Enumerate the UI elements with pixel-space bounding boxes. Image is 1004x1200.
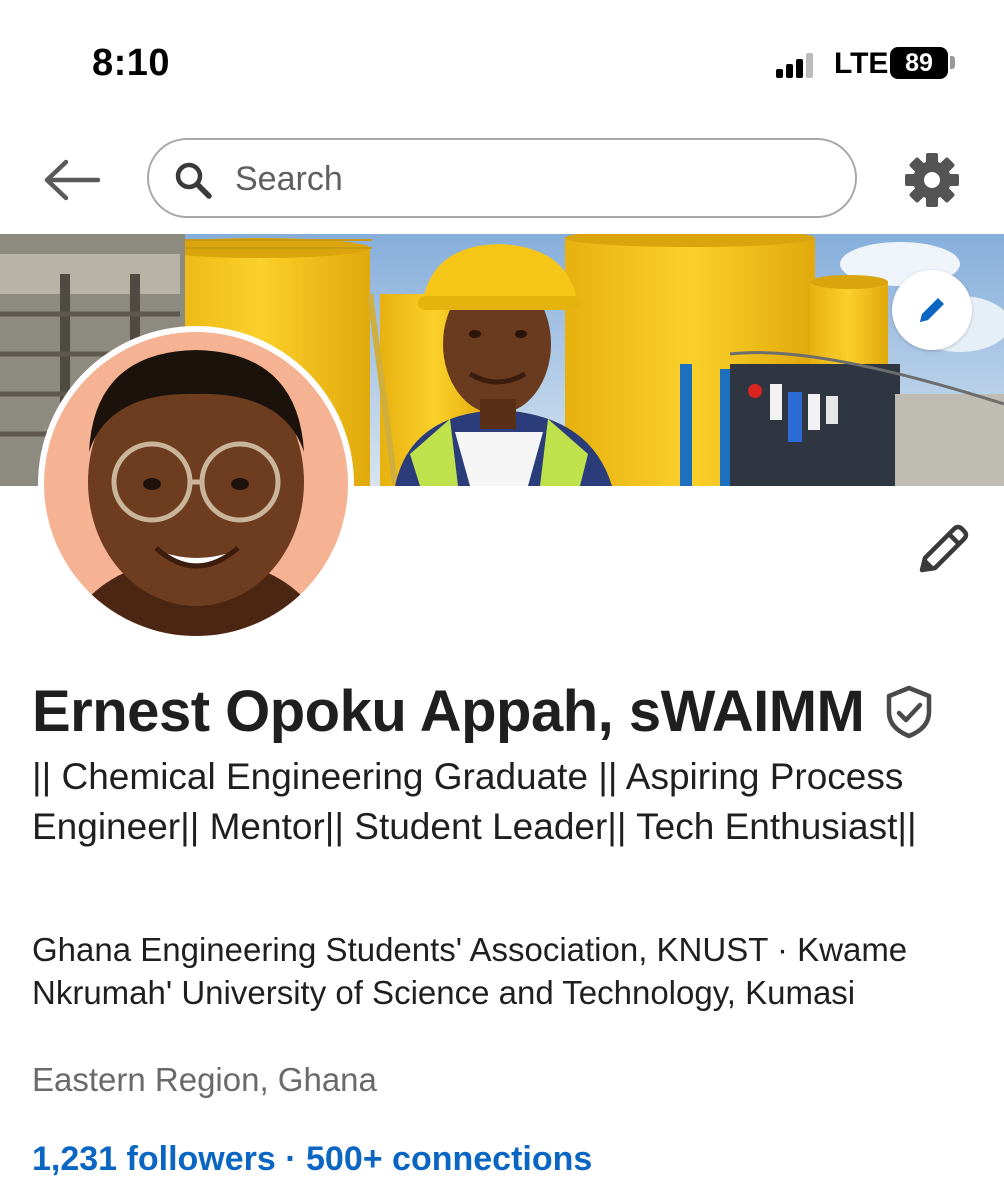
profile-name-row: Ernest Opoku Appah, sWAIMM (32, 678, 935, 748)
gear-icon (905, 153, 959, 207)
followers-link[interactable]: 1,231 followers (32, 1140, 276, 1178)
search-input[interactable] (235, 154, 835, 204)
cellular-signal-icon (776, 52, 824, 78)
profile-location: Eastern Region, Ghana (32, 1061, 377, 1098)
profile-headline: || Chemical Engineering Graduate || Aspi… (32, 756, 917, 847)
status-time: 8:10 (92, 42, 171, 84)
settings-button[interactable] (902, 150, 962, 210)
stats-separator: · (285, 1140, 307, 1178)
edit-cover-button[interactable] (892, 270, 972, 350)
search-bar[interactable] (147, 138, 857, 218)
arrow-left-icon (44, 159, 101, 201)
edit-profile-button[interactable] (912, 518, 972, 578)
profile-name: Ernest Opoku Appah, sWAIMM (32, 679, 865, 744)
search-icon (175, 162, 212, 199)
back-button[interactable] (40, 150, 104, 210)
pencil-icon (919, 524, 969, 573)
status-bar: 8:10 LTE 89 (0, 0, 1004, 120)
avatar[interactable] (38, 326, 354, 642)
network-type: LTE (834, 47, 889, 80)
profile-education[interactable]: Ghana Engineering Students' Association,… (32, 928, 972, 1014)
connections-link[interactable]: 500+ connections (306, 1140, 592, 1178)
battery-cap (950, 56, 955, 69)
avatar-image (44, 332, 348, 636)
battery-icon: 89 (890, 47, 948, 79)
network-stats: 1,231 followers · 500+ connections (32, 1136, 592, 1182)
shield-check-icon[interactable] (883, 684, 935, 740)
pencil-icon (920, 298, 944, 322)
